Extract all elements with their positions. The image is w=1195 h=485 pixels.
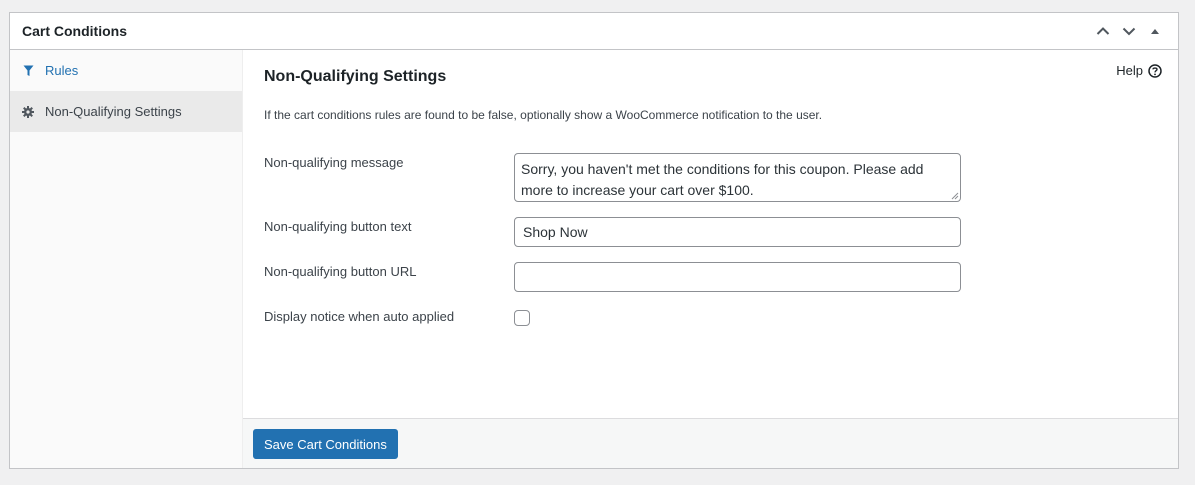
triangle-up-icon — [1151, 29, 1159, 34]
save-cart-conditions-button[interactable]: Save Cart Conditions — [253, 429, 398, 459]
panel-description: If the cart conditions rules are found t… — [264, 108, 823, 122]
help-link[interactable]: Help — [1116, 63, 1162, 78]
chevron-up-icon — [1096, 27, 1110, 35]
panel-title: Non-Qualifying Settings — [264, 68, 447, 85]
tabs-nav: Rules Non-Qualifying Settings — [10, 50, 243, 468]
button-text-label: Non-qualifying button text — [264, 219, 412, 234]
panel-wrap: Rules Non-Qualifying Settings Non-Qualif… — [10, 50, 1178, 468]
message-label: Non-qualifying message — [264, 155, 404, 170]
display-notice-label: Display notice when auto applied — [264, 309, 455, 324]
tab-rules[interactable]: Rules — [10, 50, 242, 91]
toggle-panel-button[interactable] — [1142, 18, 1168, 44]
settings-panel: Non-Qualifying Settings Help If the cart… — [243, 50, 1178, 468]
move-down-button[interactable] — [1116, 18, 1142, 44]
message-textarea[interactable]: Sorry, you haven't met the conditions fo… — [514, 153, 961, 202]
tab-rules-label: Rules — [45, 63, 79, 78]
filter-icon — [22, 65, 34, 77]
cart-conditions-metabox: Cart Conditions Rules Non-Qualifying Set… — [9, 12, 1179, 469]
chevron-down-icon — [1122, 27, 1136, 36]
button-url-input[interactable] — [514, 262, 961, 292]
tab-non-qualifying-settings-label: Non-Qualifying Settings — [45, 104, 182, 119]
tab-non-qualifying-settings[interactable]: Non-Qualifying Settings — [10, 91, 242, 132]
metabox-header: Cart Conditions — [10, 13, 1178, 50]
gear-icon — [22, 105, 34, 118]
button-url-label: Non-qualifying button URL — [264, 264, 417, 279]
help-label: Help — [1116, 63, 1143, 78]
move-up-button[interactable] — [1090, 18, 1116, 44]
metabox-title: Cart Conditions — [22, 23, 127, 39]
button-text-input[interactable] — [514, 217, 961, 247]
panel-toolbar: Save Cart Conditions — [243, 418, 1178, 468]
handle-actions — [1090, 18, 1168, 44]
display-notice-checkbox[interactable] — [514, 310, 530, 326]
help-icon — [1148, 63, 1162, 78]
